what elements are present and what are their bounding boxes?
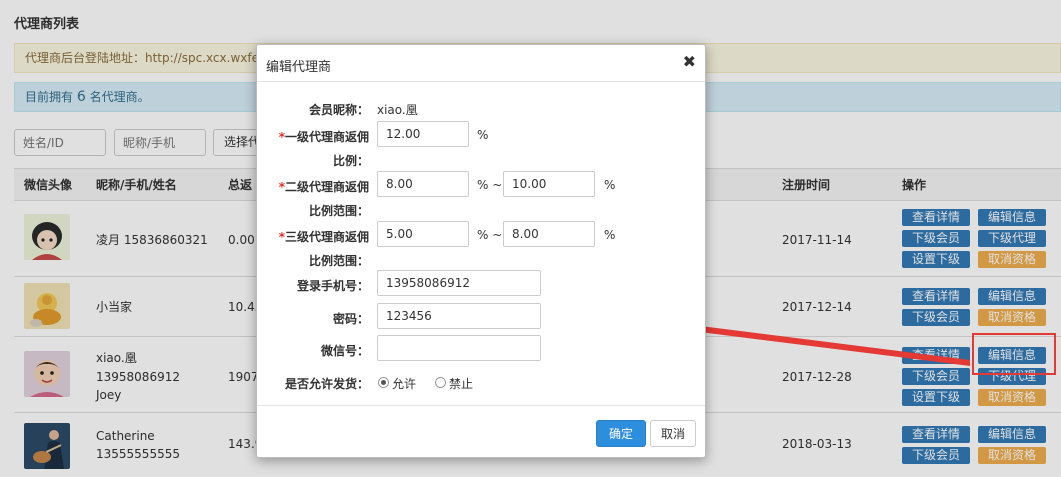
nickname-value: xiao.凰 xyxy=(377,103,418,117)
level2-percent-tilde: % ~ xyxy=(477,178,503,192)
login-phone-input[interactable]: 13958086912 xyxy=(377,270,541,296)
ship-allow-label: 允许 xyxy=(392,377,417,391)
wechat-input[interactable] xyxy=(377,335,541,361)
ship-allow-radio[interactable] xyxy=(378,377,389,388)
level2-max-input[interactable]: 10.00 xyxy=(503,171,595,197)
modal-header: 编辑代理商 ✖ xyxy=(257,45,705,82)
edit-agent-modal: 编辑代理商 ✖ 会员昵称： xiao.凰 *一级代理商返佣 比例： 12.00 … xyxy=(256,44,706,458)
ship-forbid-label: 禁止 xyxy=(449,377,474,391)
level1-rate-input[interactable]: 12.00 xyxy=(377,121,469,147)
level2-label: *二级代理商返佣 xyxy=(278,180,369,194)
level3-label-line2: 比例范围： xyxy=(308,254,369,268)
level1-label-line2: 比例： xyxy=(332,154,369,168)
cancel-button[interactable]: 取消 xyxy=(650,420,696,447)
level3-max-input[interactable]: 8.00 xyxy=(503,221,595,247)
modal-footer: 确定 取消 xyxy=(257,405,705,457)
password-label: 密码： xyxy=(332,312,369,326)
phone-label: 登录手机号： xyxy=(296,279,369,293)
level3-percent-tilde: % ~ xyxy=(477,228,503,242)
nickname-label: 会员昵称： xyxy=(308,103,369,117)
wechat-label: 微信号： xyxy=(320,344,369,358)
ship-permission-label: 是否允许发货： xyxy=(284,377,369,391)
ship-forbid-radio[interactable] xyxy=(435,377,446,388)
password-input[interactable]: 123456 xyxy=(377,303,541,329)
level3-label: *三级代理商返佣 xyxy=(278,230,369,244)
confirm-button[interactable]: 确定 xyxy=(596,420,646,447)
level2-min-input[interactable]: 8.00 xyxy=(377,171,469,197)
close-icon[interactable]: ✖ xyxy=(683,52,696,71)
level1-label: *一级代理商返佣 xyxy=(278,130,369,144)
level2-percent: % xyxy=(604,178,616,192)
level3-min-input[interactable]: 5.00 xyxy=(377,221,469,247)
level1-percent: % xyxy=(477,128,489,142)
modal-title: 编辑代理商 xyxy=(266,60,332,75)
level2-label-line2: 比例范围： xyxy=(308,204,369,218)
level3-percent: % xyxy=(604,228,616,242)
